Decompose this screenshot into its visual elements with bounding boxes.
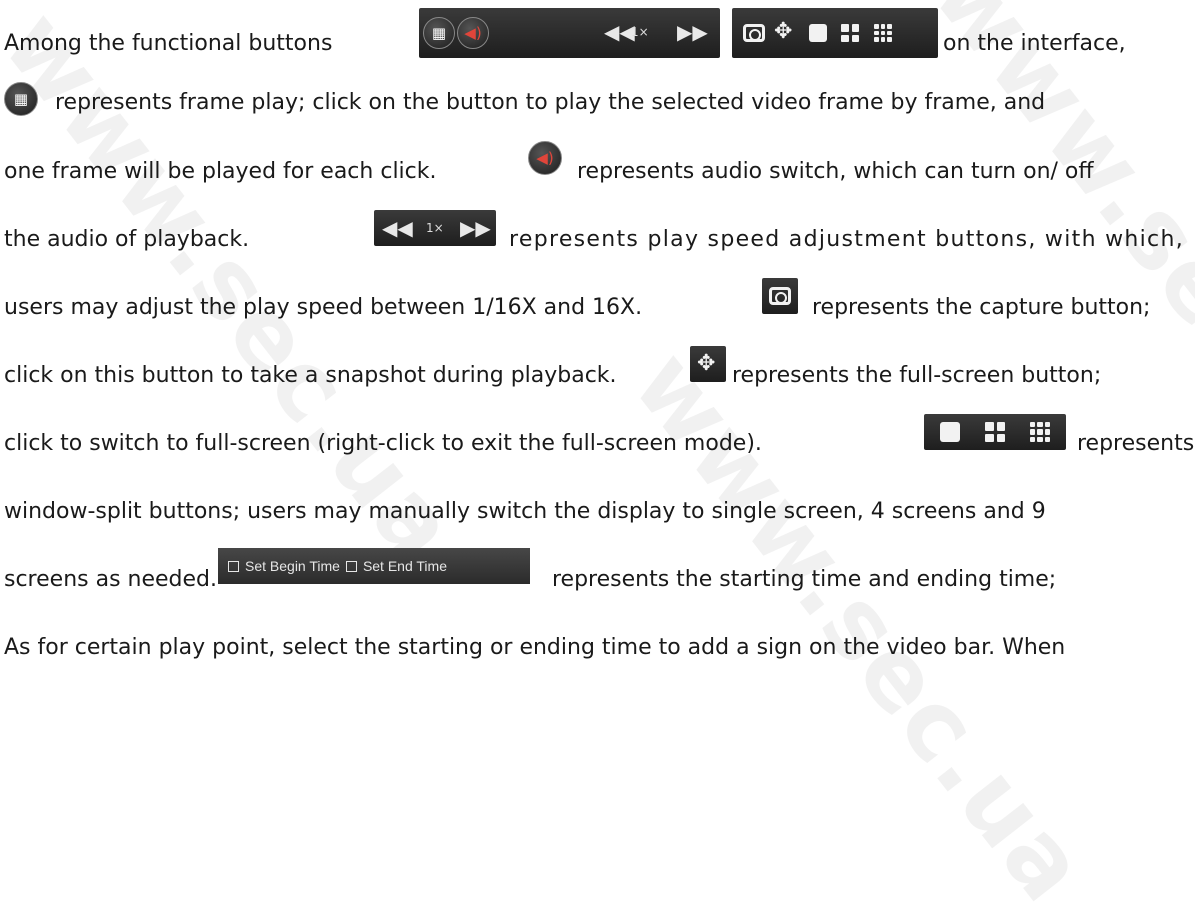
line-text: Among the functional buttons bbox=[4, 31, 333, 56]
line-text: represents audio switch, which can turn … bbox=[577, 159, 1094, 184]
film-icon: ▦ bbox=[4, 82, 38, 116]
line-text: on the interface, bbox=[943, 31, 1126, 56]
line-text: As for certain play point, select the st… bbox=[4, 635, 1066, 660]
line-text: screens as needed. bbox=[4, 567, 217, 592]
fullscreen-button-image: ✥ bbox=[690, 346, 726, 382]
single-screen-icon bbox=[809, 24, 827, 42]
four-screen-icon bbox=[985, 422, 1005, 442]
speed-buttons-image: ◀◀ 1× ▶▶ bbox=[374, 210, 496, 246]
set-begin-checkbox bbox=[228, 560, 239, 572]
four-screen-icon bbox=[841, 24, 859, 42]
view-controls-image: ✥ bbox=[732, 8, 938, 58]
set-begin-label: Set Begin Time bbox=[245, 558, 340, 574]
line-text: window-split buttons; users may manually… bbox=[4, 499, 1046, 524]
line-text: represents play speed adjustment buttons… bbox=[509, 227, 1184, 252]
nine-screen-icon bbox=[1030, 422, 1050, 442]
single-screen-icon bbox=[940, 422, 960, 442]
watermark: www.sec.ua bbox=[0, 0, 480, 584]
move-arrows-icon: ✥ bbox=[697, 351, 716, 376]
fast-forward-icon: ▶▶ bbox=[460, 216, 491, 240]
line-text: represents frame play; click on the butt… bbox=[55, 90, 1046, 115]
capture-button-image bbox=[762, 278, 798, 314]
line-text: click to switch to full-screen (right-cl… bbox=[4, 431, 762, 456]
line-text: the audio of playback. bbox=[4, 227, 250, 252]
set-end-label: Set End Time bbox=[362, 558, 447, 574]
nine-screen-icon bbox=[874, 24, 892, 42]
rewind-icon: ◀◀ bbox=[382, 216, 413, 240]
time-range-bar-image: Set Begin Time Set End Time bbox=[218, 548, 530, 584]
split-buttons-image bbox=[924, 414, 1066, 450]
line-text: represents the starting time and ending … bbox=[552, 567, 1057, 592]
playback-toolbar-image: ▦ ◀) ◀◀ 1× ▶▶ bbox=[419, 8, 720, 58]
speaker-icon: ◀) bbox=[457, 17, 489, 49]
line-text: click on this button to take a snapshot … bbox=[4, 363, 617, 388]
fast-forward-icon: ▶▶ bbox=[677, 20, 708, 44]
speaker-icon: ◀) bbox=[528, 141, 562, 175]
line-text: users may adjust the play speed between … bbox=[4, 295, 643, 320]
camera-icon bbox=[769, 287, 791, 305]
film-icon: ▦ bbox=[423, 17, 455, 49]
camera-icon bbox=[743, 24, 765, 42]
set-end-checkbox bbox=[345, 560, 357, 572]
speed-label: 1× bbox=[426, 221, 444, 235]
move-arrows-icon: ✥ bbox=[774, 19, 793, 44]
line-text: one frame will be played for each click. bbox=[4, 159, 437, 184]
speed-label: 1× bbox=[631, 25, 649, 39]
line-text: represents bbox=[1077, 431, 1195, 456]
line-text: represents the full-screen button; bbox=[732, 363, 1102, 388]
line-text: represents the capture button; bbox=[812, 295, 1151, 320]
